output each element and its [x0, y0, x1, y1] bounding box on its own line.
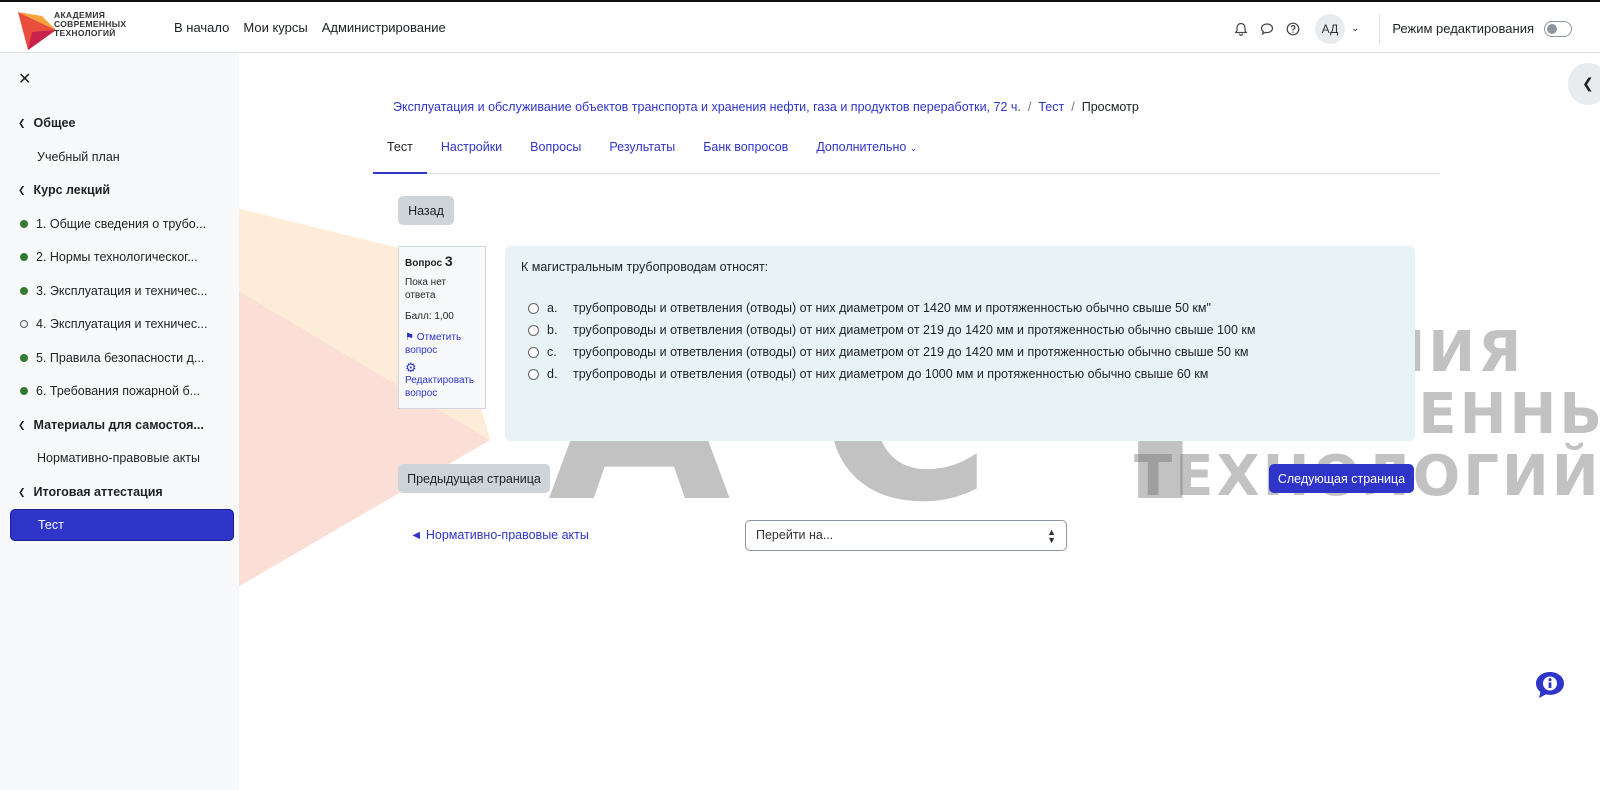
- breadcrumb-quiz[interactable]: Тест: [1038, 100, 1064, 114]
- breadcrumb-current: Просмотр: [1081, 100, 1139, 114]
- arrow-left-icon: ◄: [410, 528, 423, 542]
- previous-activity-link[interactable]: ◄ Нормативно-правовые акты: [410, 528, 589, 542]
- sidebar-item-lecture-3[interactable]: 3. Эксплуатация и техничес...: [10, 275, 234, 307]
- close-icon[interactable]: ✕: [18, 69, 31, 89]
- chevron-down-icon: ❮: [18, 486, 26, 497]
- question-number: Вопрос 3: [405, 253, 453, 269]
- sidebar-item-curriculum[interactable]: Учебный план: [10, 141, 234, 173]
- radio-button[interactable]: [528, 368, 539, 380]
- course-index-drawer: ✕ ❮ Общее Учебный план ❮ Курс лекций 1. …: [0, 53, 239, 790]
- tab-settings[interactable]: Настройки: [427, 128, 516, 174]
- sidebar-item-lecture-2[interactable]: 2. Нормы технологическог...: [10, 241, 234, 273]
- answer-option-b[interactable]: b. трубопроводы и ответвления (отводы) о…: [528, 323, 1255, 337]
- sidebar-item-test[interactable]: Тест: [10, 509, 234, 541]
- sidebar-item-legal-acts[interactable]: Нормативно-правовые акты: [10, 442, 234, 474]
- question-state: Пока нет ответа: [405, 277, 447, 301]
- chevron-down-icon: ❮: [18, 117, 26, 128]
- help-icon[interactable]: [1285, 21, 1301, 37]
- bell-icon[interactable]: [1233, 21, 1249, 37]
- tab-results[interactable]: Результаты: [595, 128, 689, 174]
- sidebar-item-lecture-5[interactable]: 5. Правила безопасности д...: [10, 342, 234, 374]
- question-content: К магистральным трубопроводам относят: a…: [505, 246, 1415, 441]
- breadcrumb: Эксплуатация и обслуживание объектов тра…: [393, 100, 1139, 114]
- gear-icon: ⚙: [405, 360, 417, 375]
- previous-page-button[interactable]: Предыдущая страница: [398, 464, 550, 493]
- section-final-attestation[interactable]: ❮ Итоговая аттестация: [10, 476, 234, 508]
- tab-questions[interactable]: Вопросы: [516, 128, 595, 174]
- info-chat-icon[interactable]: [1534, 670, 1566, 700]
- chevron-left-icon: ❮: [1582, 75, 1594, 91]
- question-mark: Балл: 1,00: [405, 311, 454, 322]
- answer-option-c[interactable]: c. трубопроводы и ответвления (отводы) о…: [528, 345, 1249, 359]
- section-lectures[interactable]: ❮ Курс лекций: [10, 174, 234, 206]
- answer-option-a[interactable]: a. трубопроводы и ответвления (отводы) о…: [528, 301, 1211, 315]
- completion-dot-icon: [20, 287, 28, 295]
- nav-home[interactable]: В начало: [174, 20, 229, 35]
- flag-icon: ⚑: [405, 332, 414, 343]
- incomplete-dot-icon: [20, 320, 28, 328]
- breadcrumb-course[interactable]: Эксплуатация и обслуживание объектов тра…: [393, 100, 1021, 114]
- radio-button[interactable]: [528, 324, 539, 336]
- user-avatar[interactable]: АД: [1314, 13, 1345, 44]
- tab-question-bank[interactable]: Банк вопросов: [689, 128, 802, 174]
- nav-admin[interactable]: Администрирование: [322, 20, 446, 35]
- radio-button[interactable]: [528, 302, 539, 314]
- chevron-down-icon: ⌄: [909, 143, 918, 153]
- back-button[interactable]: Назад: [398, 196, 454, 225]
- edit-mode-label: Режим редактирования: [1392, 21, 1534, 36]
- question-info: Вопрос 3 Пока нет ответа Балл: 1,00 ⚑ От…: [398, 246, 486, 409]
- jump-to-select[interactable]: Перейти на... ▲ ▼: [745, 520, 1067, 551]
- sidebar-item-lecture-4[interactable]: 4. Эксплуатация и техничес...: [10, 308, 234, 340]
- tab-quiz[interactable]: Тест: [373, 128, 427, 174]
- section-self-study[interactable]: ❮ Материалы для самостоя...: [10, 409, 234, 441]
- question-text: К магистральным трубопроводам относят:: [521, 260, 769, 274]
- section-general[interactable]: ❮ Общее: [10, 107, 234, 139]
- top-navbar: АКАДЕМИЯ СОВРЕМЕННЫХ ТЕХНОЛОГИЙ В начало…: [0, 0, 1600, 53]
- sidebar-item-lecture-1[interactable]: 1. Общие сведения о трубо...: [10, 208, 234, 240]
- flag-question-link[interactable]: ⚑ Отметить вопрос: [405, 331, 479, 357]
- radio-button[interactable]: [528, 346, 539, 358]
- user-controls: АД ⌄ Режим редактирования: [1233, 2, 1600, 55]
- chevron-down-icon: ❮: [18, 184, 26, 195]
- edit-question-link[interactable]: ⚙ Редактировать вопрос: [405, 361, 479, 400]
- secondary-nav-tabs: Тест Настройки Вопросы Результаты Банк в…: [373, 128, 1440, 174]
- completion-dot-icon: [20, 354, 28, 362]
- edit-mode-toggle[interactable]: [1544, 20, 1572, 37]
- open-block-drawer-button[interactable]: ❮: [1568, 63, 1600, 105]
- answer-option-d[interactable]: d. трубопроводы и ответвления (отводы) о…: [528, 367, 1208, 381]
- chevron-down-icon[interactable]: ⌄: [1351, 23, 1359, 34]
- divider: [1379, 13, 1381, 44]
- brand-name: АКАДЕМИЯ СОВРЕМЕННЫХ ТЕХНОЛОГИЙ: [54, 10, 127, 38]
- tab-more[interactable]: Дополнительно ⌄: [802, 128, 931, 174]
- primary-nav: В начало Мои курсы Администрирование: [174, 20, 446, 35]
- sidebar-item-lecture-6[interactable]: 6. Требования пожарной б...: [10, 375, 234, 407]
- select-arrows-icon: ▲ ▼: [1047, 527, 1056, 545]
- chevron-down-icon: ❮: [18, 419, 26, 430]
- next-page-button[interactable]: Следующая страница: [1269, 464, 1414, 493]
- completion-dot-icon: [20, 387, 28, 395]
- completion-dot-icon: [20, 253, 28, 261]
- nav-my-courses[interactable]: Мои курсы: [243, 20, 307, 35]
- chat-icon[interactable]: [1259, 21, 1275, 37]
- completion-dot-icon: [20, 220, 28, 228]
